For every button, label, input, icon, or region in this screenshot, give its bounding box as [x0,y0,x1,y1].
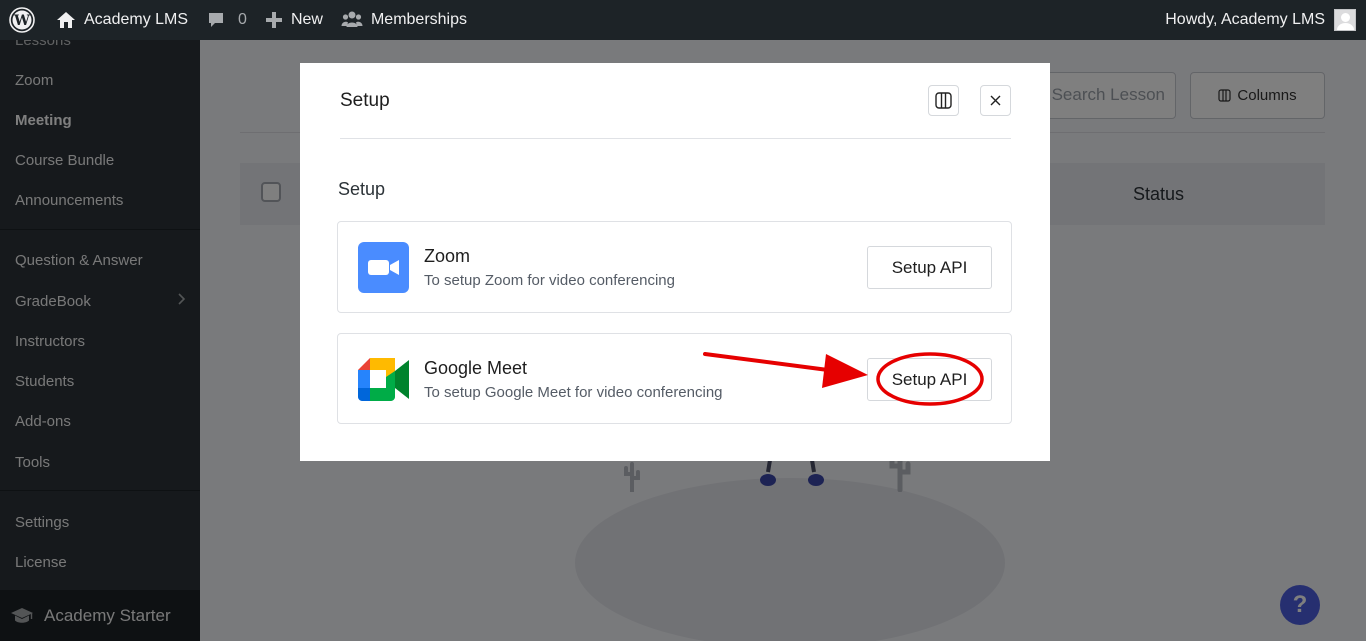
google-meet-card-description: To setup Google Meet for video conferenc… [424,384,723,401]
columns-icon [935,92,952,109]
account-menu[interactable]: Howdy, Academy LMS [1165,0,1356,40]
svg-text:W: W [13,13,30,29]
zoom-logo-icon [358,242,409,293]
plus-icon [265,12,282,28]
section-title: Setup [338,179,386,199]
admin-bar: W Academy LMS 0 New Memberships Howdy, A… [0,0,1366,40]
avatar [1334,9,1356,31]
highlight-circle [876,352,984,406]
site-name: Academy LMS [84,11,189,28]
howdy-text: Howdy, Academy LMS [1165,11,1325,28]
zoom-card: Zoom To setup Zoom for video conferencin… [337,221,1012,313]
users-icon [341,11,363,27]
modal-title: Setup [340,90,390,111]
memberships-link[interactable]: Memberships [332,0,476,40]
new-content-link[interactable]: New [256,0,332,40]
wordpress-logo-button[interactable]: W [0,0,47,40]
comments-count: 0 [238,11,247,28]
zoom-card-title: Zoom [424,246,471,266]
new-label: New [290,11,323,28]
close-icon [990,95,1001,106]
comment-icon [209,13,224,27]
site-name-link[interactable]: Academy LMS [47,0,197,40]
google-meet-card-title: Google Meet [424,358,528,378]
annotation-arrow [703,352,984,406]
modal-divider [340,138,1011,139]
zoom-card-description: To setup Zoom for video conferencing [424,272,675,289]
comments-link[interactable]: 0 [197,0,256,40]
close-button[interactable] [980,85,1011,116]
home-icon [57,12,75,28]
expand-button[interactable] [928,85,959,116]
zoom-setup-api-button[interactable]: Setup API [867,246,992,289]
wordpress-icon: W [9,7,35,33]
google-meet-logo-icon [358,358,409,401]
memberships-label: Memberships [370,11,467,28]
